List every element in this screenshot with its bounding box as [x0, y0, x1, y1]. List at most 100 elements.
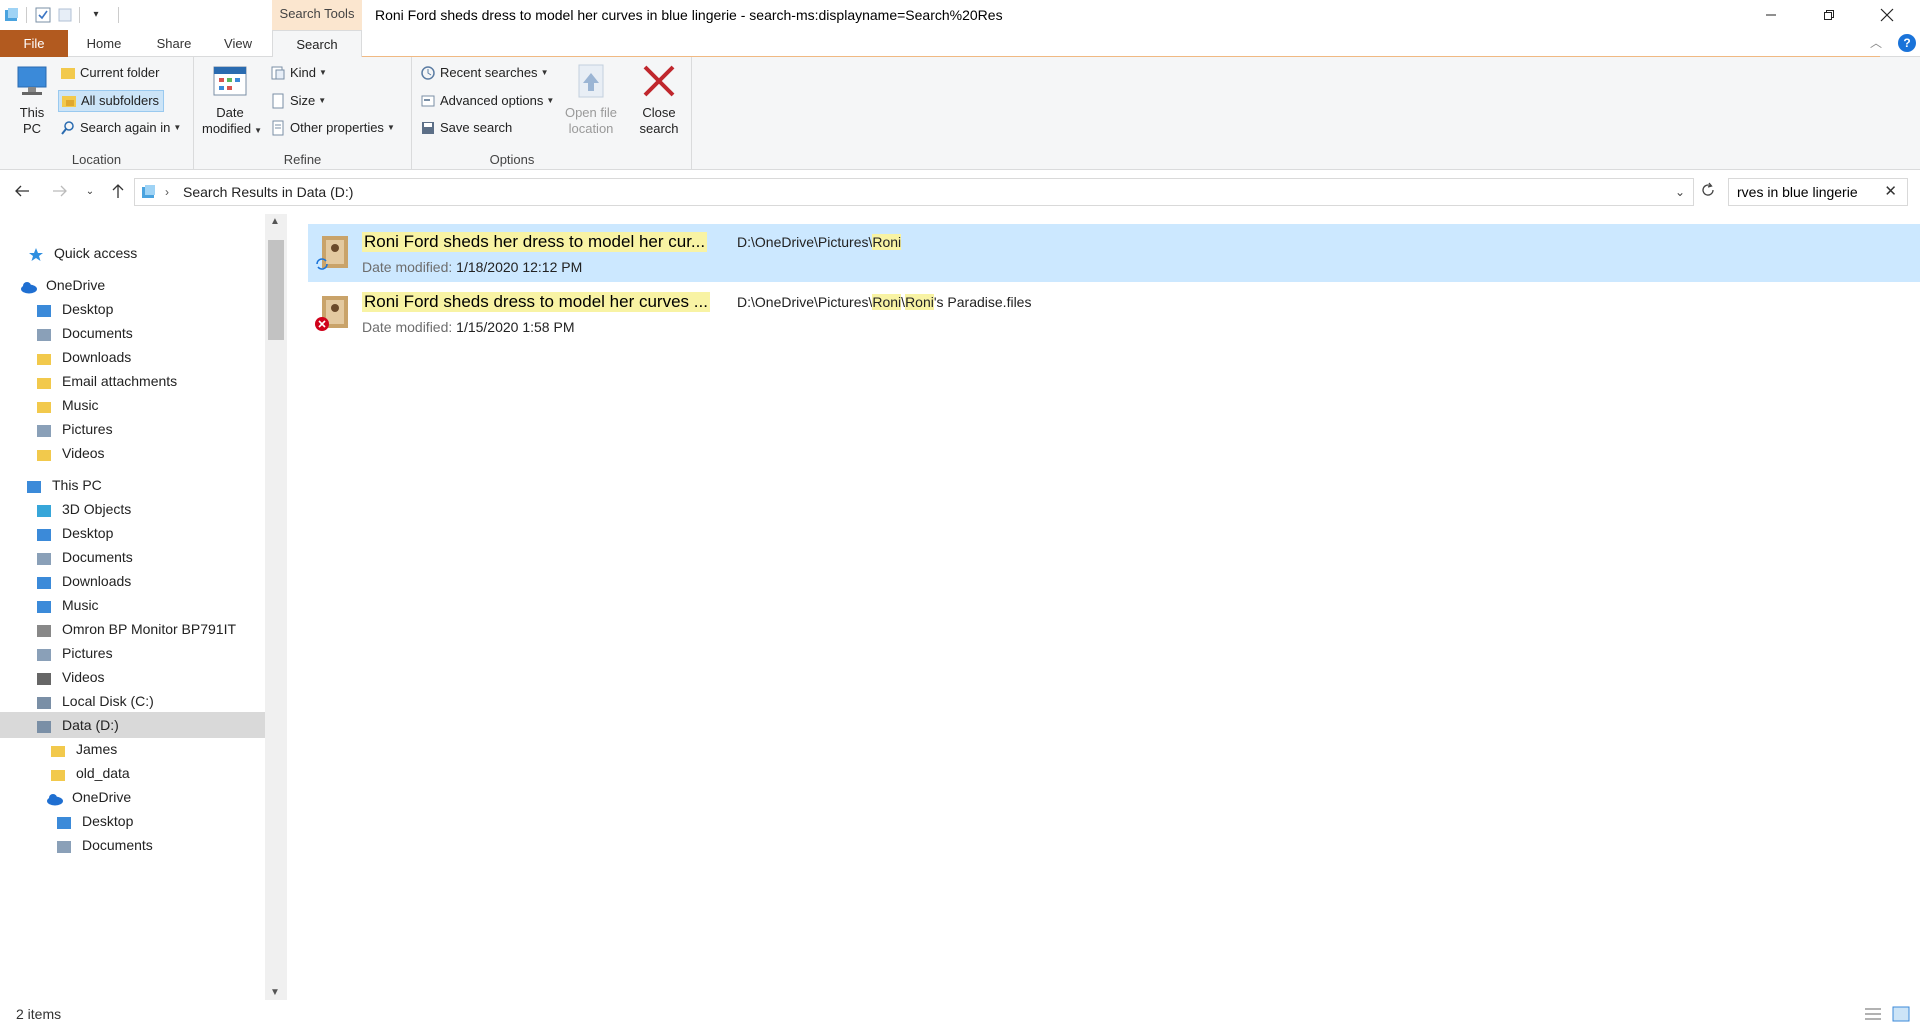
save-search-button[interactable]: Save search	[420, 117, 512, 139]
window-title: Roni Ford sheds dress to model her curve…	[375, 7, 1003, 23]
close-search-button[interactable]: Close search	[634, 63, 684, 137]
minimize-ribbon-icon[interactable]: ︿	[1870, 34, 1882, 51]
clear-search-icon[interactable]: ✕	[1884, 179, 1897, 205]
tab-file[interactable]: File	[0, 30, 68, 57]
nav-item[interactable]: 3D Objects	[0, 496, 265, 522]
properties-icon	[270, 120, 286, 136]
tab-view[interactable]: View	[220, 30, 256, 57]
nav-item-label: 3D Objects	[62, 501, 132, 517]
nav-item[interactable]: Music	[0, 592, 265, 618]
current-folder-button[interactable]: Current folder	[60, 62, 159, 84]
search-box[interactable]: rves in blue lingerie ✕	[1728, 178, 1908, 206]
help-icon[interactable]: ?	[1898, 34, 1916, 52]
search-input[interactable]: rves in blue lingerie	[1737, 179, 1858, 205]
quick-access-toolbar: ▾	[4, 5, 119, 25]
drive-icon	[36, 693, 54, 709]
kind-button[interactable]: Kind ▼	[270, 62, 327, 84]
nav-item[interactable]: Videos	[0, 440, 265, 466]
nav-item[interactable]: Desktop	[0, 296, 265, 322]
large-icons-view-button[interactable]	[1892, 1006, 1910, 1022]
nav-scroll-thumb[interactable]	[268, 240, 284, 340]
nav-item[interactable]: This PC	[0, 472, 265, 498]
nav-item[interactable]: Downloads	[0, 568, 265, 594]
result-path-highlight: Roni	[872, 294, 902, 310]
restore-icon	[1824, 10, 1834, 20]
search-results-icon	[141, 184, 157, 203]
refresh-button[interactable]	[1698, 182, 1718, 202]
details-view-button[interactable]	[1864, 1006, 1882, 1022]
folder-icon	[36, 445, 54, 461]
kind-label: Kind	[290, 65, 317, 80]
this-pc-button[interactable]: This PC	[10, 63, 54, 137]
pictures-icon	[36, 421, 54, 437]
qat-divider	[79, 7, 80, 23]
tab-search[interactable]: Search	[272, 30, 362, 58]
folder-icon	[36, 373, 54, 389]
download-icon	[36, 573, 54, 589]
nav-item[interactable]: Desktop	[0, 808, 265, 834]
recent-locations-button[interactable]: ⌄	[82, 182, 98, 202]
result-row[interactable]: Roni Ford sheds her dress to model her c…	[308, 224, 1920, 282]
nav-item[interactable]: Local Disk (C:)	[0, 688, 265, 714]
forward-button[interactable]	[50, 182, 70, 202]
title-bar: ▾ Search Tools Roni Ford sheds dress to …	[0, 0, 1920, 30]
scroll-up-icon[interactable]: ▲	[270, 216, 280, 227]
restore-button[interactable]	[1800, 0, 1858, 30]
date-modified-label-2: modified	[202, 121, 252, 136]
minimize-button[interactable]	[1742, 0, 1800, 30]
other-properties-button[interactable]: Other properties ▼	[270, 117, 395, 139]
desktop-icon	[36, 301, 54, 317]
tab-share[interactable]: Share	[154, 30, 194, 57]
new-folder-icon[interactable]	[57, 7, 73, 23]
nav-item[interactable]: OneDrive	[0, 784, 265, 810]
size-button[interactable]: Size ▼	[270, 90, 326, 112]
result-name[interactable]: Roni Ford sheds dress to model her curve…	[362, 292, 710, 312]
open-file-location-button[interactable]: Open file location	[560, 63, 622, 137]
breadcrumb-chevron-icon: ›	[165, 185, 169, 199]
search-again-in-button[interactable]: Search again in ▼	[60, 117, 181, 139]
properties-icon[interactable]	[35, 7, 51, 23]
result-name[interactable]: Roni Ford sheds her dress to model her c…	[362, 232, 708, 252]
up-button[interactable]	[108, 182, 128, 202]
documents-icon	[56, 837, 74, 853]
scroll-down-icon[interactable]: ▼	[270, 987, 280, 998]
nav-item[interactable]: Music	[0, 392, 265, 418]
explorer-app-icon	[4, 7, 20, 23]
recent-searches-button[interactable]: Recent searches ▼	[420, 62, 548, 84]
nav-item[interactable]: Desktop	[0, 520, 265, 546]
nav-item-label: OneDrive	[46, 277, 106, 293]
result-row[interactable]: Roni Ford sheds dress to model her curve…	[308, 284, 1920, 342]
nav-item[interactable]: OneDrive	[0, 272, 265, 298]
nav-item[interactable]: Downloads	[0, 344, 265, 370]
nav-item[interactable]: Documents	[0, 320, 265, 346]
date-modified-label-1: Date	[216, 105, 244, 120]
nav-item[interactable]: Documents	[0, 544, 265, 570]
close-window-button[interactable]	[1858, 0, 1916, 30]
nav-item[interactable]: Documents	[0, 832, 265, 858]
customize-qat-icon[interactable]: ▾	[88, 7, 104, 23]
nav-item-label: Documents	[62, 549, 133, 565]
nav-item[interactable]: old_data	[0, 760, 265, 786]
tab-home[interactable]: Home	[84, 30, 124, 57]
nav-item[interactable]: Pictures	[0, 416, 265, 442]
options-group-label: Options	[489, 152, 535, 167]
nav-item[interactable]: Quick access	[0, 240, 265, 266]
cube-icon	[36, 501, 54, 517]
nav-item[interactable]: James	[0, 736, 265, 762]
nav-item[interactable]: Omron BP Monitor BP791IT	[0, 616, 265, 642]
date-modified-button[interactable]: Date modified ▼	[202, 63, 262, 139]
back-button[interactable]	[12, 182, 32, 202]
advanced-options-button[interactable]: Advanced options ▼	[420, 90, 554, 112]
nav-item[interactable]: Email attachments	[0, 368, 265, 394]
nav-item[interactable]: Pictures	[0, 640, 265, 666]
nav-item[interactable]: Videos	[0, 664, 265, 690]
address-dropdown-icon[interactable]: ⌄	[1675, 179, 1685, 205]
all-subfolders-button[interactable]: All subfolders	[58, 90, 165, 112]
result-date-value: 1/18/2020 12:12 PM	[456, 259, 583, 275]
nav-scrollbar[interactable]: ▲ ▼	[265, 214, 287, 1000]
address-path[interactable]: Search Results in Data (D:)	[183, 179, 353, 205]
nav-item-label: OneDrive	[72, 789, 132, 805]
nav-item[interactable]: Data (D:)	[0, 712, 265, 738]
address-bar[interactable]: › Search Results in Data (D:) ⌄	[134, 178, 1694, 206]
nav-item-label: Documents	[82, 837, 153, 853]
